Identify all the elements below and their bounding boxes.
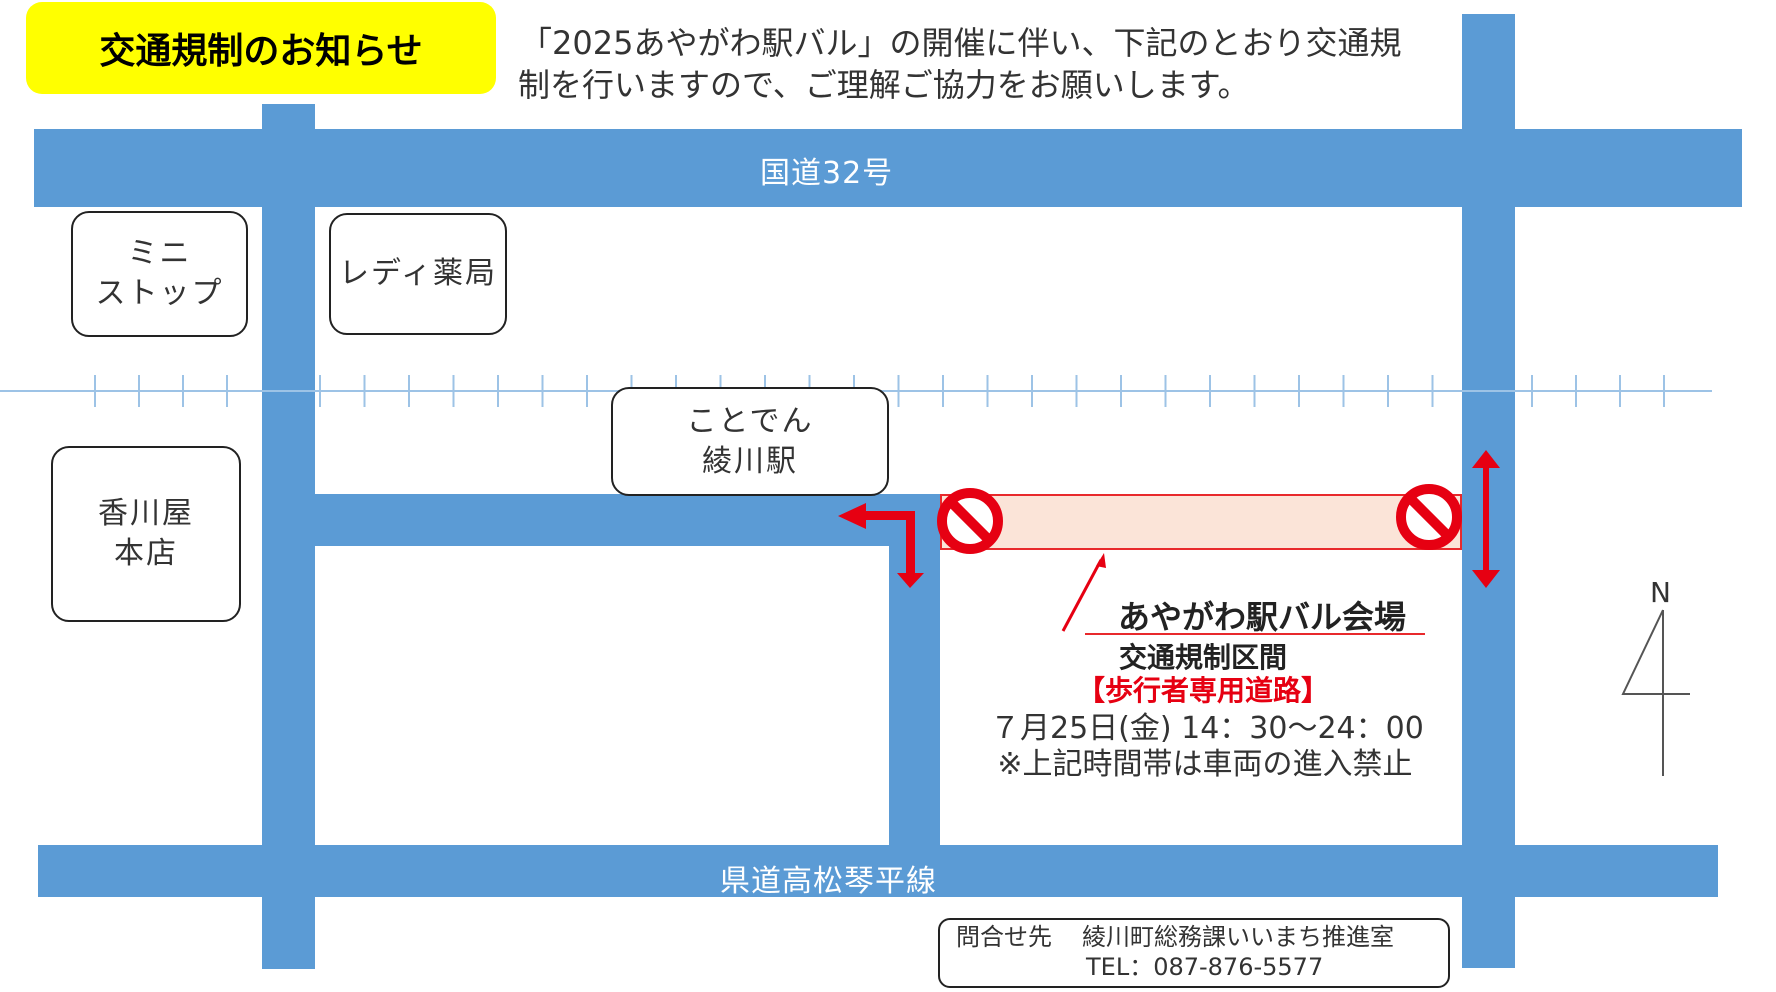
contact-label: 問合せ先 [956,923,1052,951]
contact-tel: TEL：087-876-5577 [1086,953,1324,981]
contact-box: 問合せ先 綾川町総務課いいまち推進室 TEL：087-876-5577 [938,918,1450,988]
contact-row-1: 問合せ先 綾川町総務課いいまち推進室 [956,922,1448,952]
two-way-arrow-icon [1472,450,1500,588]
restriction-note: ※上記時間帯は車両の進入禁止 [997,747,1413,782]
north-arrow-icon [1621,609,1690,776]
contact-row-2: TEL：087-876-5577 [956,952,1448,982]
north-label: N [1650,576,1671,609]
detour-arrow-icon [838,503,924,588]
contact-organization: 綾川町総務課いいまち推進室 [1082,923,1394,951]
pointer-line-icon [1061,553,1106,632]
map-symbols [838,450,1690,776]
venue-title: あやがわ駅バル会場 [1118,598,1407,636]
venue-underline [1085,633,1425,635]
